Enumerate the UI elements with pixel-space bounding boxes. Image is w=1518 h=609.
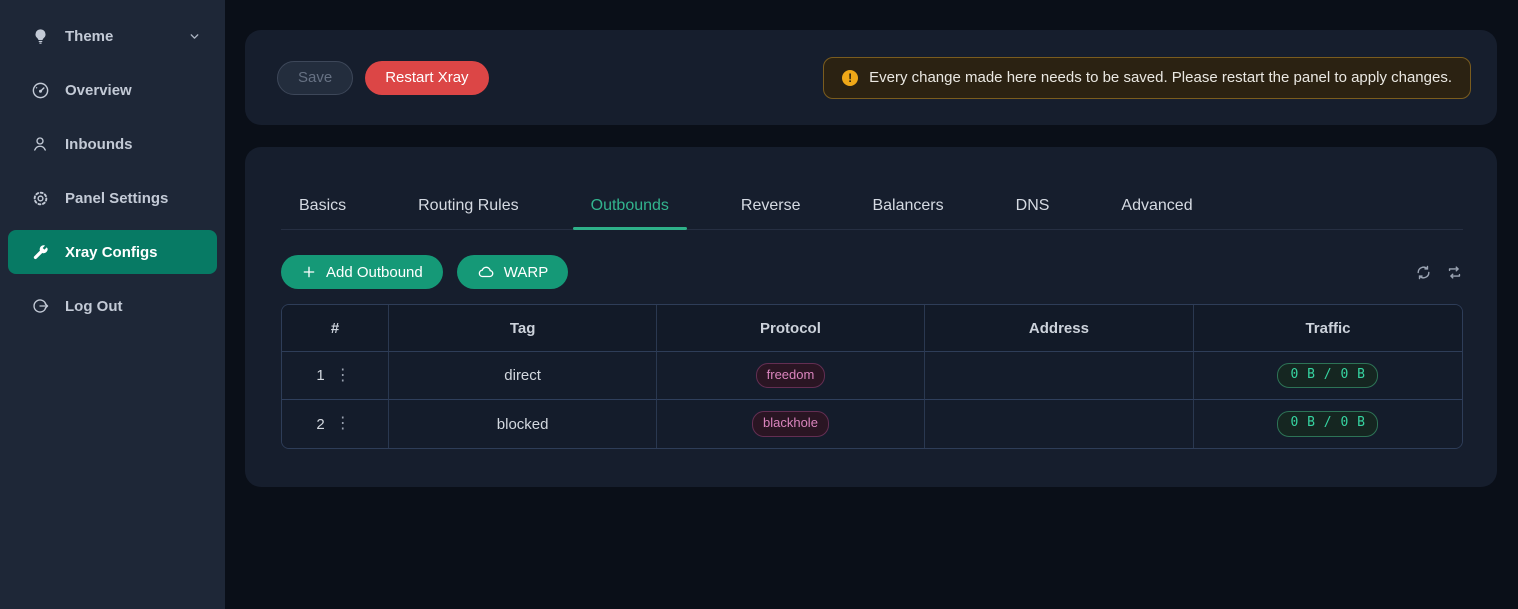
- toolbar-card: Save Restart Xray ! Every change made he…: [245, 30, 1497, 125]
- row-index: 1: [316, 367, 324, 384]
- table-row: 2 ⋮ blocked blackhole 0 B / 0 B: [282, 400, 1462, 448]
- save-button[interactable]: Save: [277, 61, 353, 95]
- tab-reverse[interactable]: Reverse: [723, 197, 819, 229]
- sidebar-item-label: Overview: [65, 82, 132, 99]
- sidebar-item-xray-configs[interactable]: Xray Configs: [8, 230, 217, 274]
- column-header-index: #: [282, 305, 388, 352]
- outbound-tag: direct: [388, 352, 656, 400]
- table-row: 1 ⋮ direct freedom 0 B / 0 B: [282, 352, 1462, 400]
- protocol-badge: blackhole: [752, 411, 829, 437]
- xray-config-card: Basics Routing Rules Outbounds Reverse B…: [245, 147, 1497, 487]
- sidebar-item-log-out[interactable]: Log Out: [8, 284, 217, 328]
- sidebar: Theme Overview Inbounds: [0, 0, 225, 609]
- tab-advanced[interactable]: Advanced: [1103, 197, 1210, 229]
- traffic-badge: 0 B / 0 B: [1277, 363, 1378, 389]
- warning-text: Every change made here needs to be saved…: [869, 69, 1452, 86]
- restart-xray-button[interactable]: Restart Xray: [365, 61, 488, 95]
- config-tabs: Basics Routing Rules Outbounds Reverse B…: [281, 147, 1463, 230]
- add-outbound-button[interactable]: Add Outbound: [281, 255, 443, 289]
- sidebar-item-label: Panel Settings: [65, 190, 168, 207]
- sidebar-item-theme[interactable]: Theme: [8, 14, 217, 58]
- sidebar-item-label: Log Out: [65, 298, 122, 315]
- refresh-icon[interactable]: [1415, 264, 1432, 281]
- restart-xray-button-label: Restart Xray: [385, 69, 468, 86]
- tab-outbounds[interactable]: Outbounds: [573, 197, 687, 229]
- logout-icon: [30, 296, 50, 316]
- unsaved-changes-alert: ! Every change made here needs to be sav…: [823, 57, 1471, 99]
- bulb-icon: [30, 26, 50, 46]
- gear-icon: [30, 188, 50, 208]
- outbound-tag: blocked: [388, 400, 656, 448]
- traffic-badge: 0 B / 0 B: [1277, 411, 1378, 437]
- cloud-icon: [477, 263, 495, 281]
- tab-dns[interactable]: DNS: [998, 197, 1068, 229]
- user-icon: [30, 134, 50, 154]
- plus-icon: [301, 264, 317, 280]
- sidebar-item-label: Xray Configs: [65, 244, 158, 261]
- sidebar-item-label: Inbounds: [65, 136, 133, 153]
- row-menu-button[interactable]: ⋮: [332, 366, 354, 386]
- sidebar-item-inbounds[interactable]: Inbounds: [8, 122, 217, 166]
- protocol-badge: freedom: [756, 363, 826, 389]
- outbounds-actions-row: Add Outbound WARP: [281, 255, 1463, 289]
- row-index: 2: [316, 416, 324, 433]
- warp-label: WARP: [504, 264, 548, 281]
- warp-button[interactable]: WARP: [457, 255, 568, 289]
- column-header-tag: Tag: [388, 305, 656, 352]
- sidebar-item-overview[interactable]: Overview: [8, 68, 217, 112]
- save-button-label: Save: [298, 69, 332, 86]
- column-header-address: Address: [924, 305, 1193, 352]
- tab-balancers[interactable]: Balancers: [854, 197, 961, 229]
- row-menu-button[interactable]: ⋮: [332, 414, 354, 434]
- chevron-down-icon: [188, 30, 201, 43]
- sidebar-item-label: Theme: [65, 28, 113, 45]
- outbound-address: [924, 400, 1193, 448]
- table-header-row: # Tag Protocol Address Traffic: [282, 305, 1462, 352]
- outbounds-table: # Tag Protocol Address Traffic 1 ⋮ direc…: [281, 304, 1463, 449]
- outbound-address: [924, 352, 1193, 400]
- tab-basics[interactable]: Basics: [281, 197, 364, 229]
- add-outbound-label: Add Outbound: [326, 264, 423, 281]
- column-header-protocol: Protocol: [656, 305, 924, 352]
- tab-routing-rules[interactable]: Routing Rules: [400, 197, 537, 229]
- column-header-traffic: Traffic: [1193, 305, 1462, 352]
- wrench-icon: [30, 242, 50, 262]
- sidebar-item-panel-settings[interactable]: Panel Settings: [8, 176, 217, 220]
- table-tools: [1415, 264, 1463, 281]
- dashboard-icon: [30, 80, 50, 100]
- repeat-icon[interactable]: [1446, 264, 1463, 281]
- warning-icon: !: [842, 70, 858, 86]
